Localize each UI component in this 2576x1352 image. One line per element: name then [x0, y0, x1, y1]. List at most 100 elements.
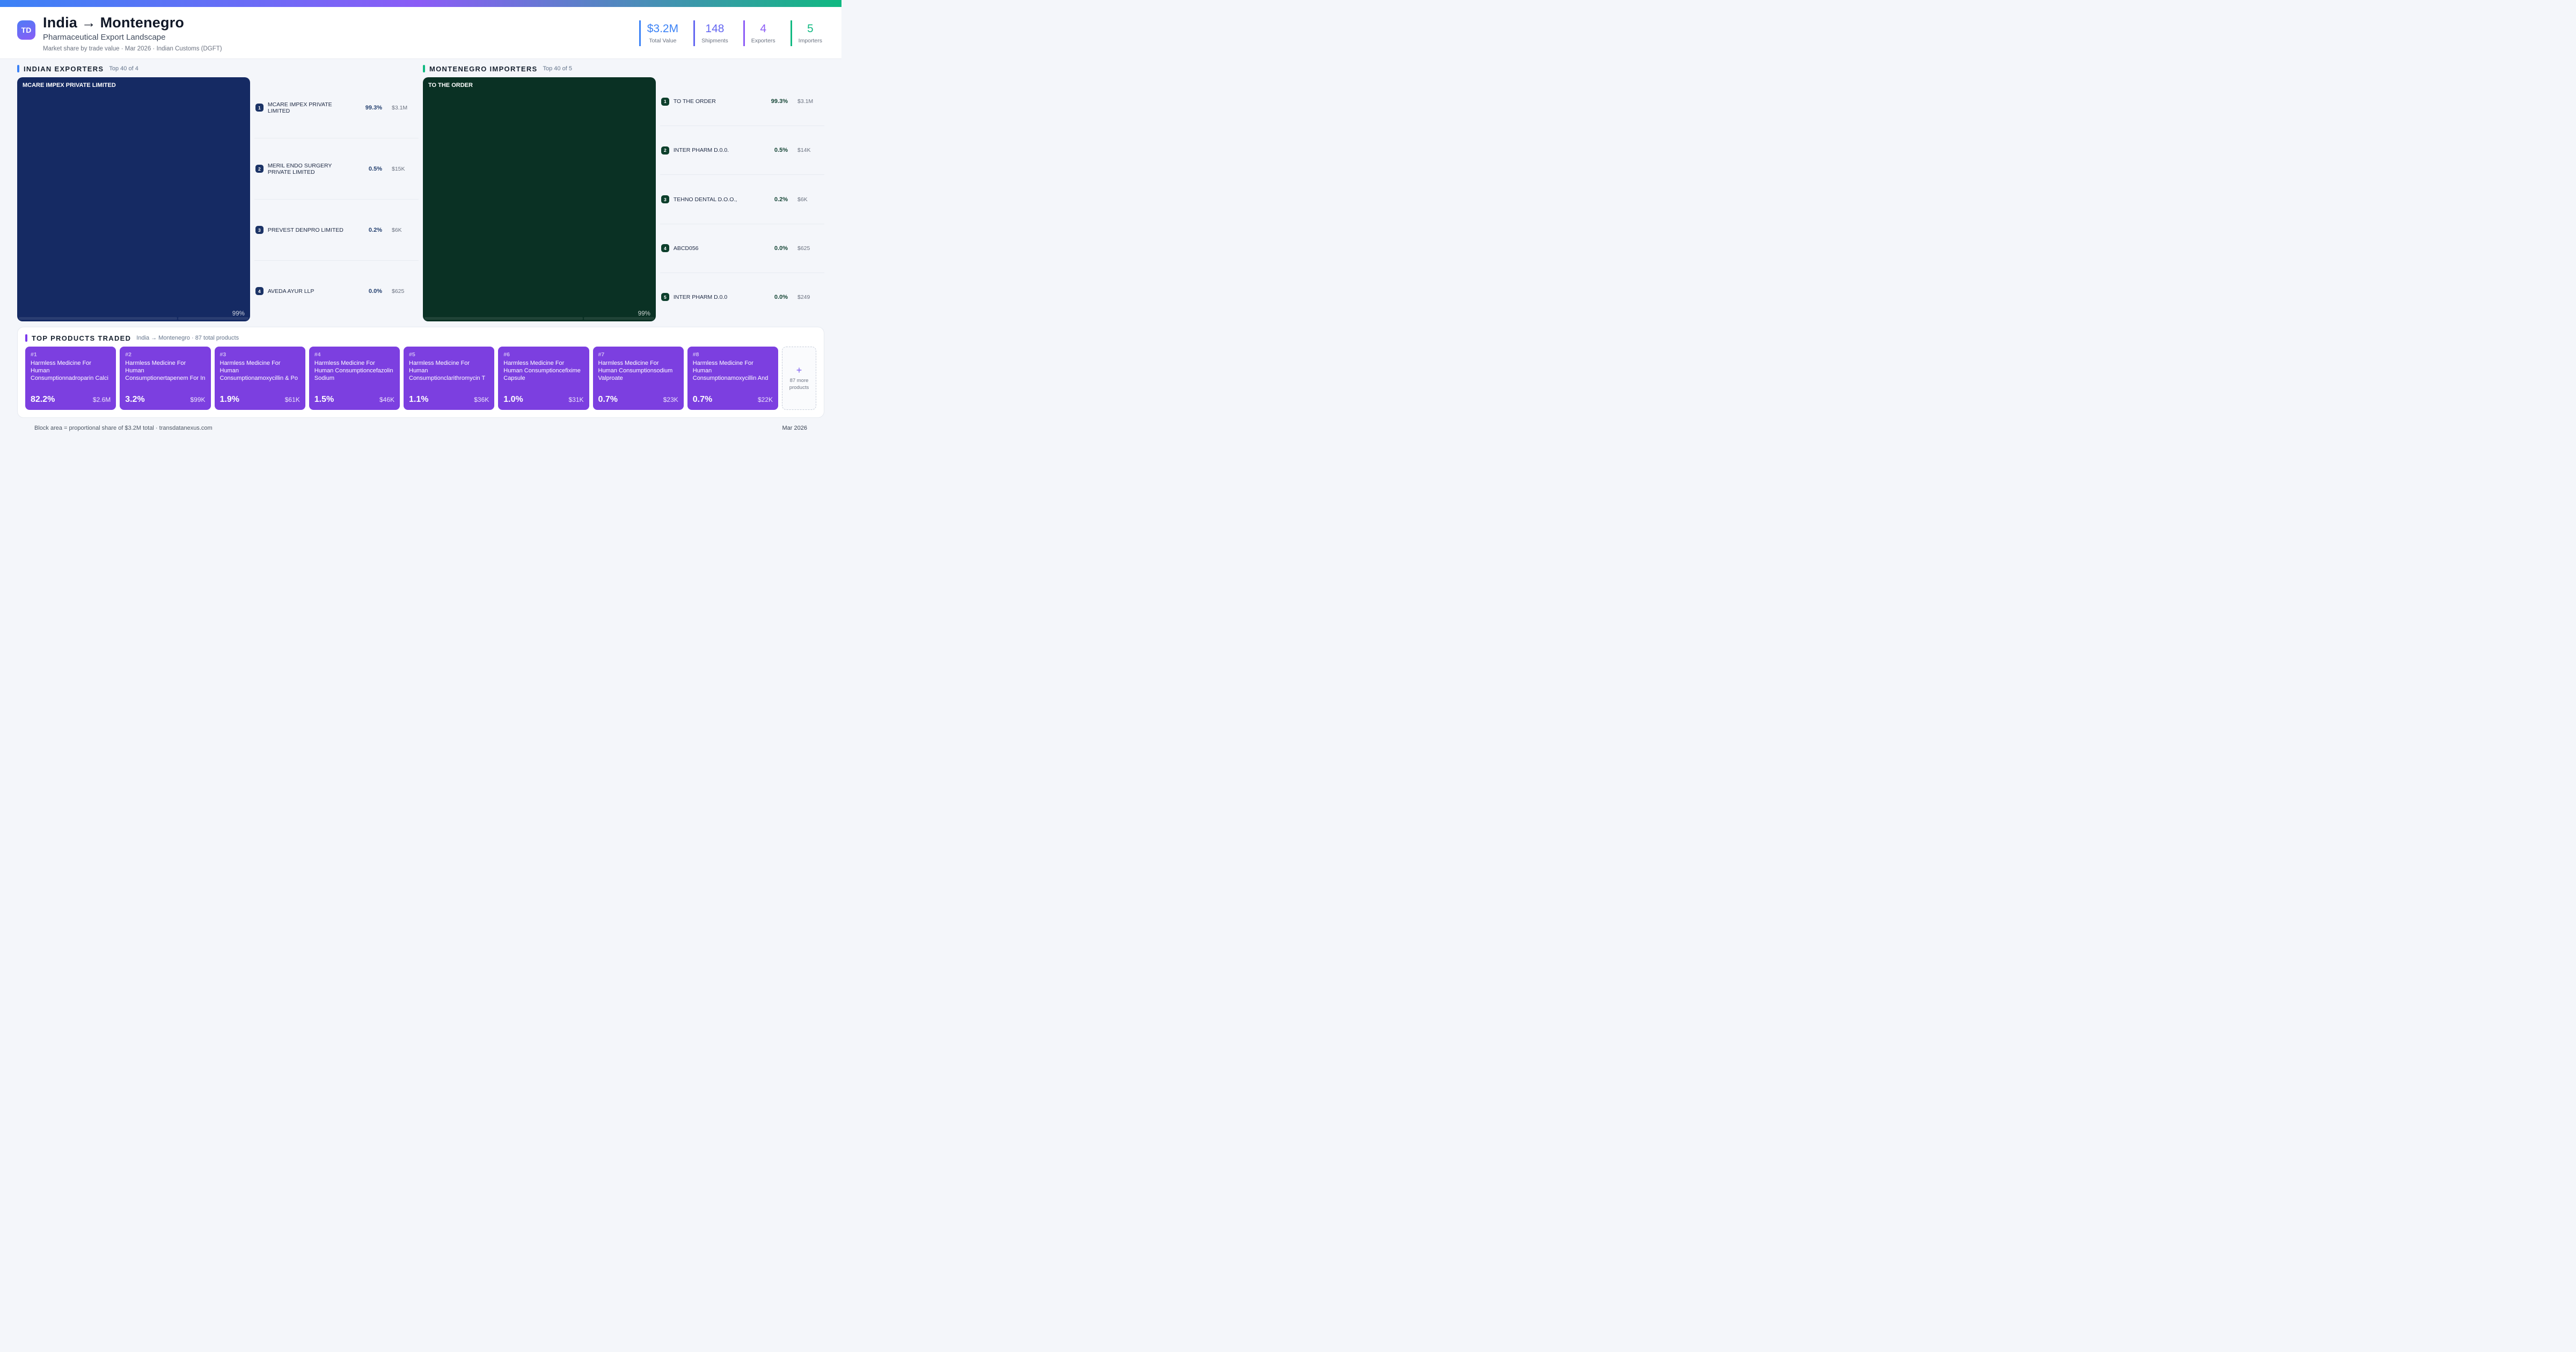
company-name: MCARE IMPEX PRIVATE LIMITED	[267, 101, 332, 114]
product-share: 3.2%	[125, 395, 145, 404]
product-value: $22K	[757, 396, 773, 403]
stat-value: 5	[807, 23, 814, 35]
importer-row[interactable]: 1 TO THE ORDER 99.3% $3.1M	[660, 77, 824, 126]
product-card[interactable]: #8 Harmless Medicine For Human Consumpti…	[687, 347, 778, 410]
more-products-label: 87 more products	[789, 377, 809, 391]
page-subtitle: Pharmaceutical Export Landscape	[43, 33, 166, 42]
product-card[interactable]: #1 Harmless Medicine For Human Consumpti…	[25, 347, 116, 410]
stat-label: Exporters	[751, 38, 775, 44]
report-content: INDIAN EXPORTERS Top 40 of 4 MCARE IMPEX…	[0, 59, 841, 438]
importer-row[interactable]: 5 INTER PHARM D.0.0 0.0% $249	[660, 272, 824, 321]
plus-icon: +	[796, 364, 802, 376]
product-rank: #7	[598, 351, 605, 358]
product-value: $46K	[379, 396, 394, 403]
trade-value: $6K	[392, 226, 402, 233]
product-card[interactable]: #4 Harmless Medicine For Human Consumpti…	[309, 347, 400, 410]
company-name: TO THE ORDER	[673, 98, 716, 105]
importers-accent-bar	[423, 65, 425, 72]
importer-row[interactable]: 3 TEHNO DENTAL D.O.O., 0.2% $6K	[660, 174, 824, 223]
stat-importers: 5 Importers	[790, 20, 824, 46]
treemap-label: TO THE ORDER	[428, 82, 473, 89]
product-name: Harmless Medicine For Human Consumptionc…	[409, 360, 486, 382]
stat-label: Importers	[798, 38, 822, 44]
product-rank: #1	[31, 351, 37, 358]
report-header: TD India → Montenegro Pharmaceutical Exp…	[0, 7, 841, 59]
exporter-row[interactable]: 4 AVEDA AYUR LLP 0.0% $625	[254, 260, 419, 321]
products-title: TOP PRODUCTS TRADED	[32, 334, 131, 342]
treemap-minor-cells	[19, 317, 248, 320]
rank-badge: 3	[255, 226, 264, 234]
exporters-panel: INDIAN EXPORTERS Top 40 of 4 MCARE IMPEX…	[17, 64, 419, 321]
product-card[interactable]: #7 Harmless Medicine For Human Consumpti…	[592, 347, 684, 410]
importers-treemap-block[interactable]: TO THE ORDER 99%	[423, 77, 656, 321]
product-value: $61K	[284, 396, 300, 403]
company-name: ABCD056	[673, 245, 699, 252]
rank-badge: 2	[661, 146, 669, 155]
product-name: Harmless Medicine For Human Consumptionc…	[503, 360, 581, 382]
product-card[interactable]: #2 Harmless Medicine For Human Consumpti…	[120, 347, 211, 410]
product-name: Harmless Medicine For Human Consumptionn…	[31, 360, 108, 382]
product-share: 1.5%	[314, 395, 334, 404]
importer-row[interactable]: 4 ABCD056 0.0% $625	[660, 223, 824, 273]
rank-badge: 4	[255, 287, 264, 295]
page-title: India → Montenegro	[43, 14, 185, 31]
report-page: TD India → Montenegro Pharmaceutical Exp…	[0, 0, 841, 442]
exporters-treemap-block[interactable]: MCARE IMPEX PRIVATE LIMITED 99%	[17, 77, 250, 321]
treemap-share: 99%	[232, 311, 245, 317]
product-share: 1.1%	[409, 395, 429, 404]
products-panel: TOP PRODUCTS TRADED India → Montenegro ·…	[17, 327, 824, 418]
exporter-row[interactable]: 3 PREVEST DENPRO LIMITED 0.2% $6K	[254, 199, 419, 260]
product-value: $2.6M	[92, 396, 111, 403]
footer-note: Block area = proportional share of $3.2M…	[34, 425, 213, 431]
trade-value: $3.1M	[392, 104, 408, 111]
stat-value: 148	[705, 23, 724, 35]
stat-shipments: 148 Shipments	[693, 20, 730, 46]
product-share: 0.7%	[692, 395, 713, 404]
product-name: Harmless Medicine For Human Consumptione…	[125, 360, 206, 382]
company-name: TEHNO DENTAL D.O.O.,	[673, 196, 737, 203]
stat-total-value: $3.2M Total Value	[639, 20, 680, 46]
company-name: INTER PHARM D.0.0.	[673, 147, 729, 154]
summary-stats: $3.2M Total Value 148 Shipments 4 Export…	[639, 20, 824, 46]
importers-panel: MONTENEGRO IMPORTERS Top 40 of 5 TO THE …	[423, 64, 824, 321]
exporter-row[interactable]: 1 MCARE IMPEX PRIVATE LIMITED 99.3% $3.1…	[254, 77, 419, 138]
trade-value: $15K	[392, 165, 405, 172]
exporters-subtitle: Top 40 of 4	[109, 65, 138, 72]
stat-label: Shipments	[701, 38, 728, 44]
product-share: 1.0%	[503, 395, 523, 404]
importer-row[interactable]: 2 INTER PHARM D.0.0. 0.5% $14K	[660, 126, 824, 174]
trade-value: $14K	[797, 147, 811, 154]
importers-list: 1 TO THE ORDER 99.3% $3.1M 2 INTER PHARM…	[660, 77, 824, 321]
rank-badge: 2	[255, 165, 264, 173]
product-name: Harmless Medicine For Human Consumptionc…	[314, 360, 393, 382]
share-pct: 0.5%	[774, 147, 788, 154]
product-cards: #1 Harmless Medicine For Human Consumpti…	[25, 347, 816, 410]
stat-value: 4	[760, 23, 767, 35]
stat-exporters: 4 Exporters	[743, 20, 778, 46]
rank-badge: 4	[661, 244, 669, 253]
product-rank: #4	[314, 351, 321, 358]
rank-badge: 1	[255, 104, 264, 112]
product-name: Harmless Medicine For Human Consumptiona…	[219, 360, 298, 382]
company-name: PREVEST DENPRO LIMITED	[267, 226, 343, 233]
more-products-card[interactable]: + 87 more products	[782, 347, 816, 410]
share-pct: 0.5%	[368, 165, 382, 172]
product-share: 1.9%	[219, 395, 239, 404]
company-name: AVEDA AYUR LLP	[267, 288, 314, 295]
products-subtitle: India → Montenegro · 87 total products	[136, 335, 239, 341]
trade-value: $6K	[797, 196, 808, 203]
brand-avatar: TD	[17, 20, 35, 40]
stat-value: $3.2M	[647, 23, 679, 35]
trade-value: $3.1M	[797, 98, 814, 105]
exporter-row[interactable]: 2 MERIL ENDO SURGERY PRIVATE LIMITED 0.5…	[254, 138, 419, 199]
product-card[interactable]: #3 Harmless Medicine For Human Consumpti…	[214, 347, 305, 410]
product-card[interactable]: #5 Harmless Medicine For Human Consumpti…	[404, 347, 495, 410]
stat-label: Total Value	[649, 38, 677, 44]
importers-title: MONTENEGRO IMPORTERS	[429, 64, 538, 73]
share-pct: 99.3%	[365, 104, 382, 111]
product-card[interactable]: #6 Harmless Medicine For Human Consumpti…	[498, 347, 589, 410]
product-rank: #8	[692, 351, 699, 358]
product-share: 0.7%	[598, 395, 618, 404]
rank-badge: 5	[661, 293, 669, 302]
top-gradient-bar	[0, 0, 841, 7]
